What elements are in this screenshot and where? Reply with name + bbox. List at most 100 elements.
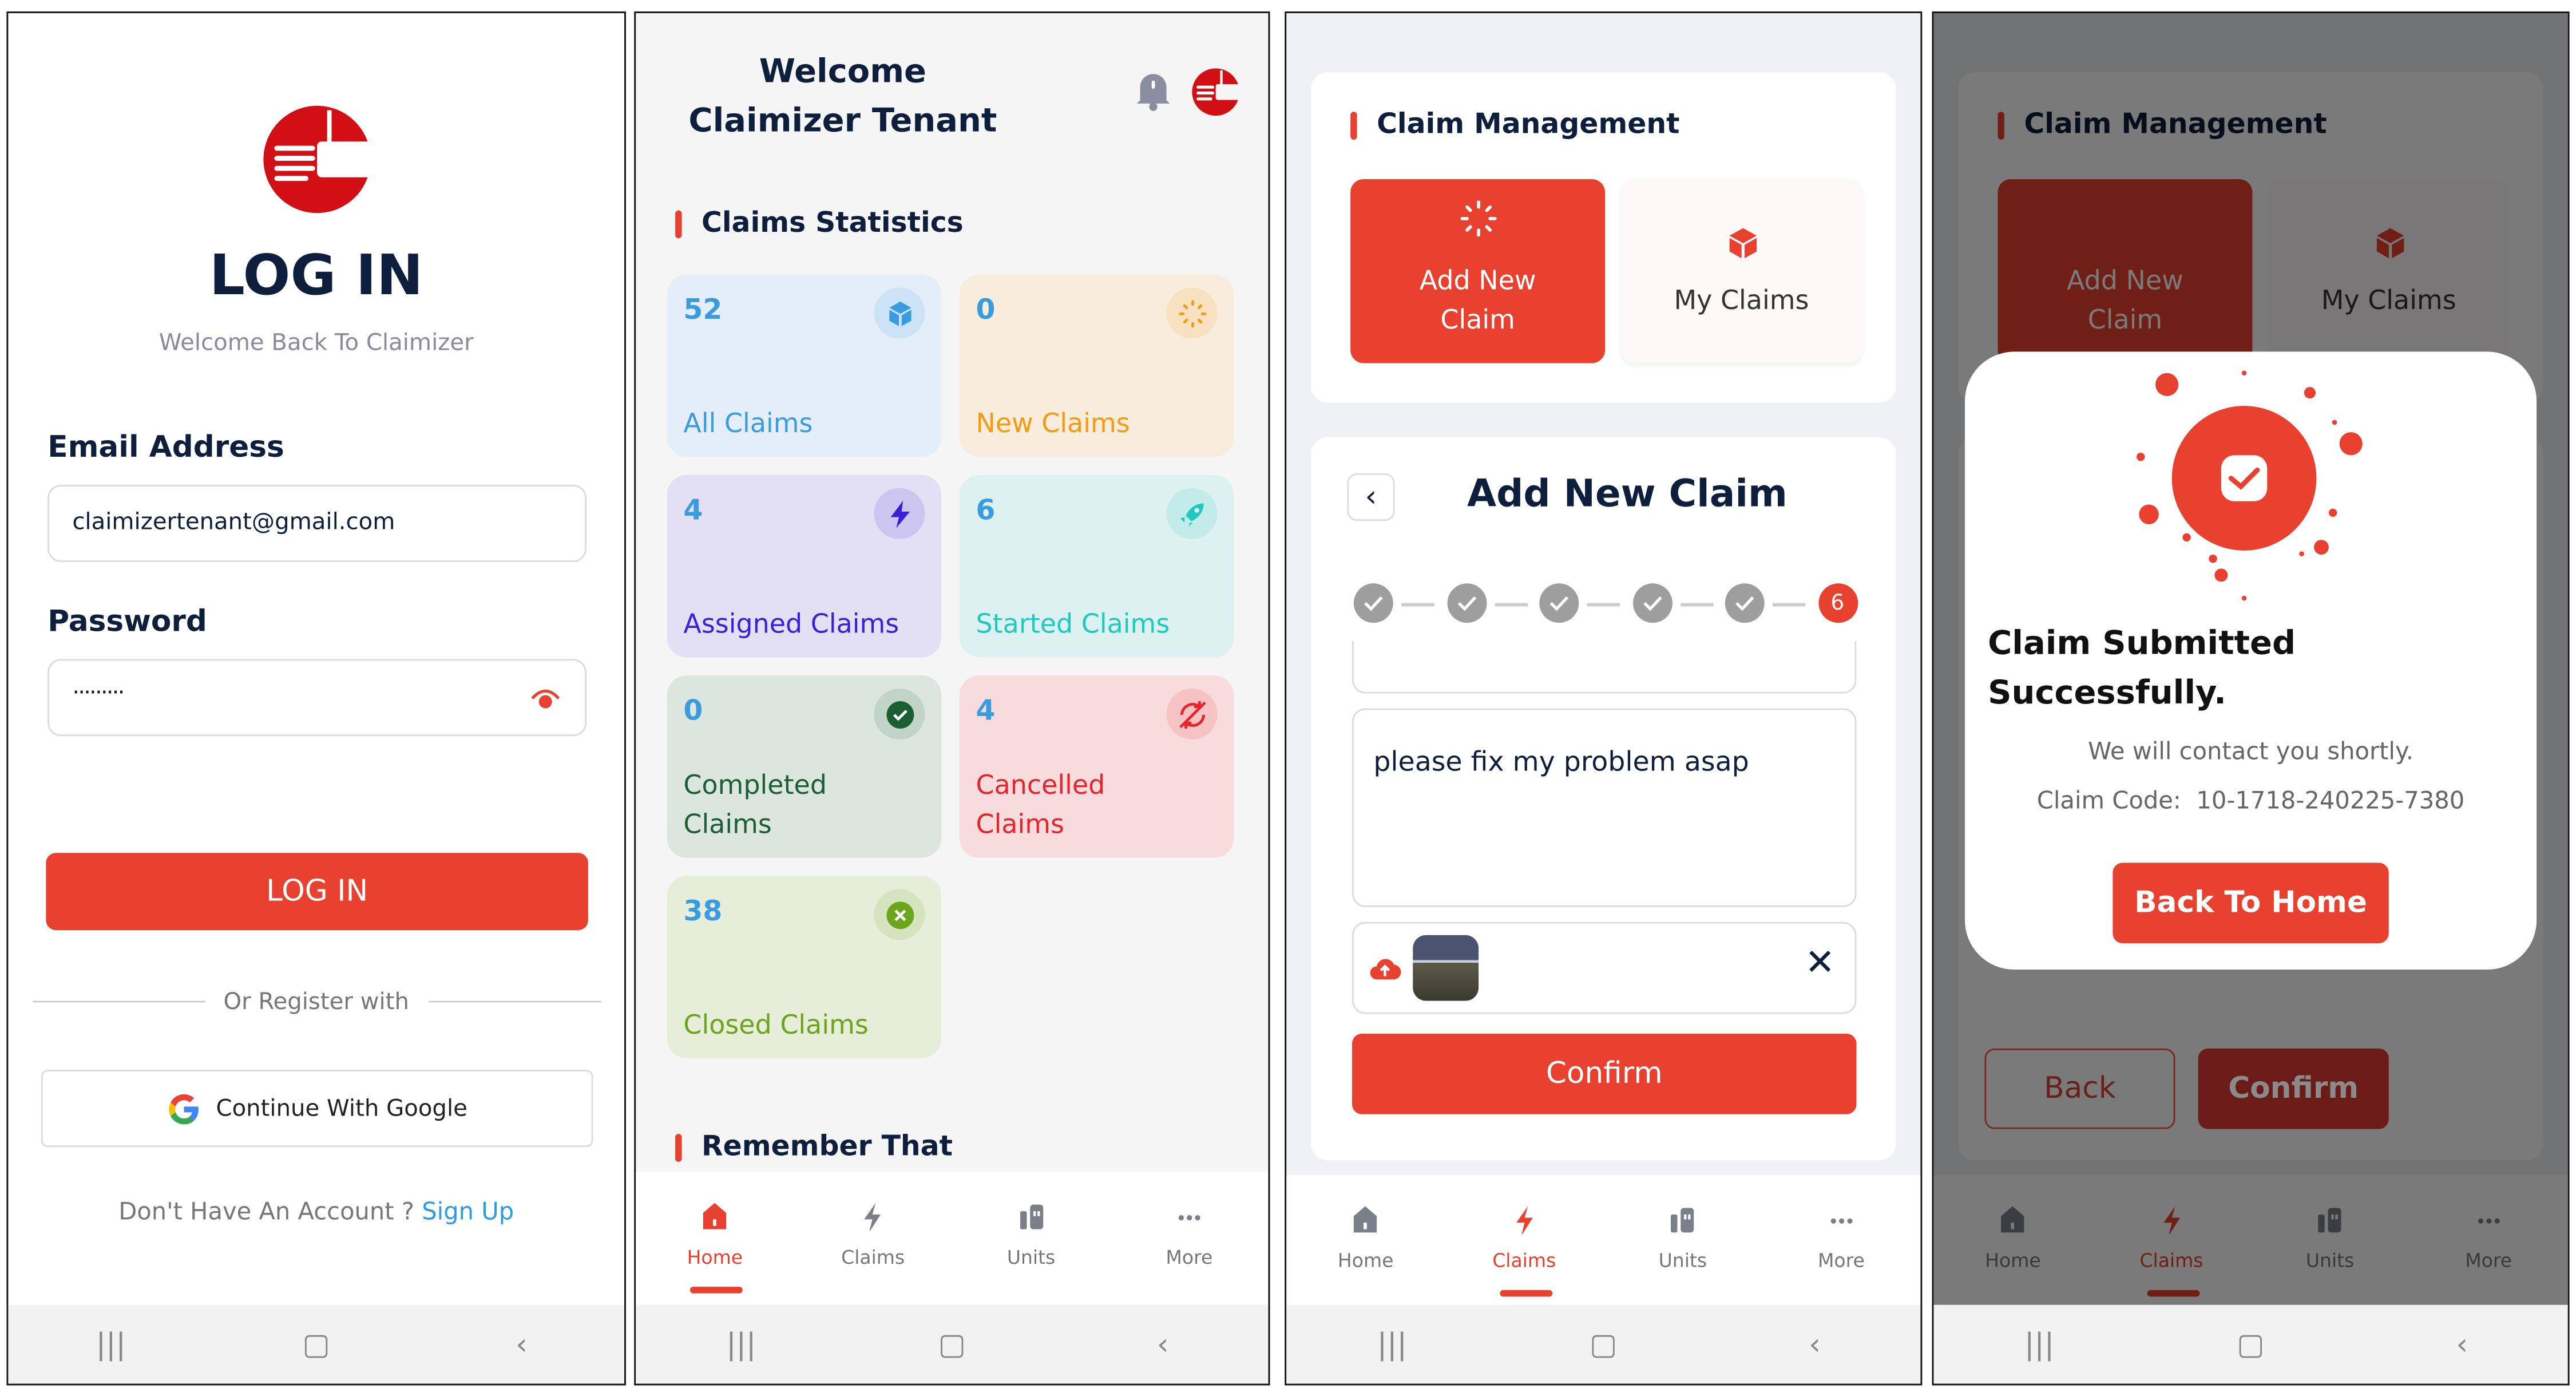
welcome-line2: Claimizer Tenant (688, 100, 997, 140)
check-icon (1642, 596, 1662, 611)
stat-count: 38 (683, 895, 723, 929)
back-form-button[interactable]: Back (1984, 1048, 2175, 1129)
stat-label: Cancelled Claims (976, 769, 1105, 840)
cube-icon (1729, 228, 1757, 259)
claim-code-label: Claim Code: (2036, 789, 2181, 816)
welcome-line1: Welcome (759, 51, 927, 90)
step-connector (1587, 603, 1620, 606)
nav-tab-units[interactable]: Units (1617, 1175, 1749, 1308)
stat-card-cancelled-claims[interactable]: 4 Cancelled Claims (959, 675, 1234, 858)
nav-tab-home[interactable]: Home (649, 1172, 780, 1305)
stat-card-started-claims[interactable]: 6 Started Claims (959, 474, 1234, 658)
chevron-left-icon: ‹ (1365, 480, 1377, 515)
add-claim-form-card: ‹ Add New Claim 6 please fix my problem … (1311, 437, 1896, 1161)
step-1 (1353, 583, 1393, 623)
nav-tab-label: More (1166, 1245, 1213, 1269)
my-claims-tile[interactable]: My Claims (1621, 179, 1862, 363)
stat-card-completed-claims[interactable]: 0 Completed Claims (667, 675, 942, 858)
description-value: please fix my problem asap (1373, 746, 1749, 778)
home-icon (703, 1203, 727, 1229)
stat-card-all-claims[interactable]: 52 All Claims (667, 274, 942, 457)
remove-attachment-icon[interactable]: ✕ (1805, 943, 1835, 984)
eye-icon[interactable] (529, 685, 562, 711)
success-modal: Claim Submitted Successfully. We will co… (1964, 351, 2537, 970)
claims-statistics-heading: Claims Statistics (675, 207, 964, 240)
confirm-form-button[interactable]: Confirm (2198, 1048, 2389, 1129)
nav-tab-more[interactable]: More (1124, 1172, 1255, 1305)
google-button[interactable]: Continue With Google (41, 1070, 593, 1148)
recents-icon[interactable]: ||| (1343, 1327, 1441, 1361)
back-system-icon[interactable]: ‹ (2413, 1327, 2511, 1361)
add-new-claim-tile[interactable]: Add New Claim (1350, 179, 1606, 363)
nav-tab-home[interactable]: Home (1300, 1175, 1432, 1308)
section-title: Claim Management (1377, 108, 1680, 141)
home-system-icon[interactable]: ▢ (903, 1327, 1001, 1361)
claim-code-row: Claim Code: 10-1718-240225-7380 (1965, 789, 2537, 815)
system-nav-bar: ||| ▢ ‹ (1286, 1304, 1921, 1384)
add-claim-screen: Claim Management Add New Claim My Claims… (1285, 11, 1923, 1386)
stat-card-assigned-claims[interactable]: 4 Assigned Claims (667, 474, 942, 658)
recents-icon[interactable]: ||| (1990, 1327, 2088, 1361)
recents-icon[interactable]: ||| (692, 1327, 790, 1361)
profile-avatar[interactable] (1191, 68, 1241, 117)
nav-tab-label: Home (1337, 1249, 1394, 1272)
attachment-field[interactable]: ✕ (1352, 922, 1857, 1014)
bottom-nav: Home Claims Units More (636, 1172, 1269, 1305)
email-field[interactable]: claimizertenant@gmail.com (47, 485, 587, 562)
remember-that-heading: Remember That (675, 1130, 953, 1164)
sign-up-link[interactable]: Sign Up (422, 1200, 514, 1226)
claim-management-card: Claim Management Add New Claim My Claims (1311, 72, 1896, 403)
previous-field-clipped[interactable] (1352, 640, 1857, 694)
rocket-icon (1166, 488, 1218, 539)
back-to-home-button[interactable]: Back To Home (2113, 863, 2389, 944)
units-icon (1671, 1208, 1694, 1233)
nav-tab-units[interactable]: Units (965, 1172, 1097, 1305)
welcome-title: Welcome Claimizer Tenant (669, 46, 1017, 144)
back-system-icon[interactable]: ‹ (1766, 1327, 1864, 1361)
stat-count: 4 (976, 695, 996, 728)
recents-icon[interactable]: ||| (62, 1327, 160, 1361)
section-title: Remember That (702, 1130, 953, 1164)
password-field[interactable]: ········· (47, 659, 587, 737)
login-button[interactable]: LOG IN (46, 853, 588, 931)
back-button[interactable]: ‹ (1347, 473, 1395, 521)
attachment-thumbnail[interactable] (1413, 935, 1479, 1001)
claim-success-screen: Claim Management Add New Claim My Claims… (1932, 11, 2570, 1386)
stat-card-closed-claims[interactable]: 38 Closed Claims (667, 876, 942, 1059)
nav-tab-claims[interactable]: Claims (1459, 1175, 1590, 1308)
stat-label: All Claims (683, 408, 813, 439)
add-new-claim-label: Add New Claim (1419, 264, 1536, 335)
step-connector (1773, 603, 1806, 606)
signup-row: Don't Have An Account ? Sign Up (8, 1200, 624, 1226)
section-title: Claims Statistics (702, 207, 964, 240)
active-tab-indicator (690, 1287, 743, 1294)
home-system-icon[interactable]: ▢ (1554, 1327, 1652, 1361)
back-system-icon[interactable]: ‹ (1113, 1327, 1212, 1361)
back-system-icon[interactable]: ‹ (472, 1327, 570, 1361)
claim-code-value: 10-1718-240225-7380 (2196, 789, 2465, 816)
home-system-icon[interactable]: ▢ (2201, 1327, 2300, 1361)
nav-tab-claims[interactable]: Claims (807, 1172, 939, 1305)
google-icon (169, 1093, 200, 1124)
nav-tab-label: Units (1006, 1245, 1056, 1269)
sync-off-icon (1166, 689, 1218, 740)
claimizer-logo (263, 105, 373, 213)
cloud-upload-icon[interactable] (1369, 953, 1401, 983)
login-title: LOG IN (209, 243, 423, 309)
stat-label: Assigned Claims (683, 608, 899, 639)
step-connector (1401, 603, 1434, 606)
nav-tab-more[interactable]: More (1776, 1175, 1907, 1308)
email-value: claimizertenant@gmail.com (72, 509, 395, 536)
description-textarea[interactable]: please fix my problem asap (1352, 708, 1857, 907)
units-icon (1019, 1204, 1043, 1229)
claims-icon (1516, 1206, 1533, 1235)
confirm-button[interactable]: Confirm (1352, 1033, 1857, 1114)
active-tab-indicator (1499, 1290, 1552, 1297)
check-icon (1735, 596, 1754, 611)
home-system-icon[interactable]: ▢ (267, 1327, 366, 1361)
stat-card-new-claims[interactable]: 0 New Claims (959, 274, 1234, 457)
nav-tab-label: Home (687, 1245, 743, 1269)
password-label: Password (47, 604, 207, 639)
bell-icon[interactable] (1134, 69, 1173, 112)
my-claims-label: My Claims (1674, 284, 1809, 316)
